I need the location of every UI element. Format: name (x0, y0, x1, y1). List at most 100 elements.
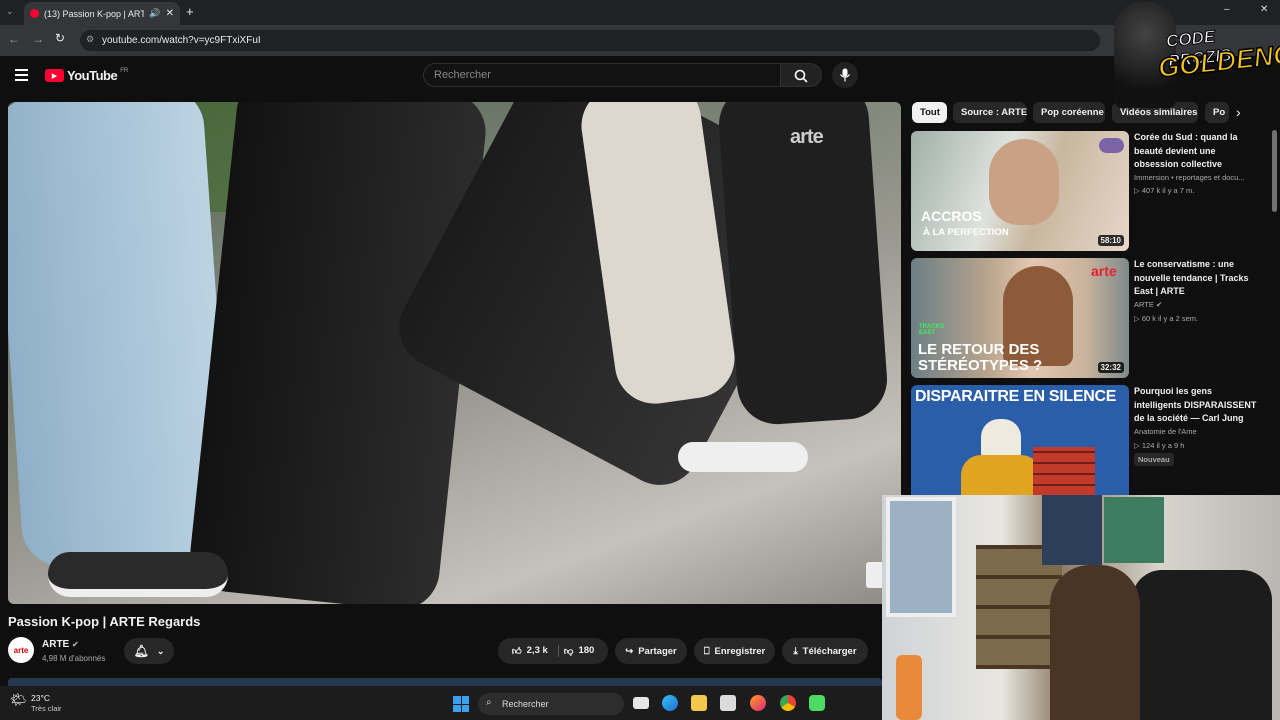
voice-search-button[interactable] (832, 62, 858, 88)
video-dark-trousers (716, 102, 890, 427)
search-input[interactable]: Rechercher (423, 63, 780, 87)
webcam-window (886, 497, 956, 617)
recommendation-channel[interactable]: Immersion • reportages et docu... (1134, 173, 1245, 182)
menu-icon[interactable] (15, 69, 28, 81)
chip-pop-coreenne[interactable]: Pop coréenne (1033, 102, 1105, 123)
recommendation-channel[interactable]: Anatomie de l'Ame (1134, 427, 1197, 436)
firefox-icon[interactable] (750, 695, 766, 711)
weather-icon[interactable]: 🌤︎ (10, 692, 27, 708)
temperature: 23°C (31, 693, 50, 703)
recommendation-meta: ▷ 407 k il y a 7 m. (1134, 186, 1195, 195)
duration-badge: 32:32 (1097, 362, 1124, 373)
new-badge: Nouveau (1134, 453, 1174, 466)
chip-all[interactable]: Tout (912, 102, 947, 123)
youtube-play-icon: ▶ (45, 69, 64, 82)
dislike-button[interactable]: 👎︎ 180 (564, 645, 595, 657)
like-button[interactable]: 👍︎ 2,3 k (512, 645, 559, 657)
youtube-favicon-icon (30, 9, 39, 18)
weather-description: Très clair (31, 704, 62, 713)
webcam-streamer (1050, 565, 1140, 720)
channel-text: ARTE (1134, 300, 1154, 309)
store-icon[interactable] (720, 695, 736, 711)
url-field[interactable]: ⚙ youtube.com/watch?v=yc9FTxiXFuI (80, 30, 1100, 51)
share-label: Partager (638, 645, 677, 657)
share-button[interactable]: ↪ Partager (615, 638, 687, 664)
webcam-gaming-chair (1132, 570, 1272, 720)
search-button[interactable] (780, 63, 822, 87)
chevron-down-icon: ⌄ (156, 645, 165, 656)
forward-icon[interactable]: → (32, 32, 44, 46)
verified-icon: ✔ (1155, 300, 1163, 309)
window-minimize-icon[interactable]: – (1224, 4, 1230, 15)
recommendation-channel[interactable]: ARTE ✔ (1134, 300, 1162, 309)
recommendation-title[interactable]: Pourquoi les gens intelligents DISPARAIS… (1134, 385, 1262, 426)
thumbs-up-icon: 👍︎ (511, 646, 522, 657)
duration-badge: 58:10 (1097, 235, 1124, 246)
browser-tab-strip: ⌄ (13) Passion K-pop | ARTE R 🔊 ✕ + (0, 0, 1280, 25)
tab-list-icon[interactable]: ⌄ (6, 6, 14, 17)
browser-tab-active[interactable]: (13) Passion K-pop | ARTE R 🔊 ✕ (24, 2, 180, 25)
bookmark-icon: ⎕ (703, 645, 710, 657)
description-box[interactable] (8, 678, 882, 686)
scrollbar-thumb[interactable] (1272, 130, 1277, 212)
window-close-icon[interactable]: ✕ (1260, 4, 1268, 15)
channel-avatar[interactable]: arte (8, 637, 34, 663)
side-panel-tab[interactable] (866, 562, 882, 588)
webcam-poster (1042, 495, 1102, 565)
taskbar-search-label: Rechercher (502, 699, 549, 709)
streamer-logo: CODE PROZIS GOLDENG – ✕ (1112, 0, 1280, 108)
thumbnail-subtext: STÉRÉOTYPES ? (918, 357, 1043, 374)
video-player[interactable] (8, 102, 901, 604)
file-explorer-icon[interactable] (691, 695, 707, 711)
subscriber-count: 4,98 M d'abonnés (42, 654, 106, 663)
video-title: Passion K-pop | ARTE Regards (8, 614, 201, 629)
download-icon: ⤓ (793, 645, 798, 657)
channel-name-text: ARTE (42, 639, 70, 650)
new-tab-icon[interactable]: + (186, 4, 194, 19)
url-text: youtube.com/watch?v=yc9FTxiXFuI (102, 35, 261, 46)
tab-title: (13) Passion K-pop | ARTE R (44, 8, 145, 19)
task-view-icon[interactable] (633, 697, 649, 709)
recommendation-thumbnail[interactable]: ACCROS À LA PERFECTION 58:10 (911, 131, 1129, 251)
download-button[interactable]: ⤓ Télécharger (782, 638, 868, 664)
verified-icon: ✔ (72, 640, 79, 649)
notification-bell-button[interactable]: 🔔︎ ⌄ (124, 638, 174, 664)
reload-icon[interactable]: ↻ (55, 31, 65, 45)
youtube-logo[interactable]: ▶ YouTube FR (45, 68, 128, 83)
thumbnail-subtext: À LA PERFECTION (923, 227, 1009, 238)
thumbnail-text: DISPARAITRE EN SILENCE (915, 388, 1117, 405)
arte-logo: arte (1091, 263, 1117, 279)
close-tab-icon[interactable]: ✕ (166, 8, 174, 19)
thumbnail-text: LE RETOUR DES (918, 341, 1040, 358)
arte-watermark: arte (790, 126, 824, 148)
edge-icon[interactable] (662, 695, 678, 711)
recommendation-thumbnail[interactable]: DISPARAITRE EN SILENCE (911, 385, 1129, 495)
share-icon: ↪ (625, 645, 634, 657)
recommendation-title[interactable]: Corée du Sud : quand la beauté devient u… (1134, 131, 1262, 172)
back-icon[interactable]: ← (8, 32, 20, 46)
windows-start-icon[interactable] (453, 696, 469, 712)
microphone-icon (840, 68, 850, 82)
thumbnail-tag: TRACKS EAST (919, 324, 944, 337)
search-icon (794, 69, 808, 83)
recommendation-title[interactable]: Le conservatisme : une nouvelle tendance… (1134, 258, 1262, 299)
webcam-bottle (896, 655, 922, 720)
save-button[interactable]: ⎕ Enregistrer (694, 638, 775, 664)
thumbs-down-icon: 👎︎ (563, 646, 574, 657)
download-label: Télécharger (802, 645, 857, 657)
recommendation-thumbnail[interactable]: arte TRACKS EAST LE RETOUR DES STÉRÉOTYP… (911, 258, 1129, 378)
live-toggle-icon (1099, 138, 1124, 153)
chip-source-arte[interactable]: Source : ARTE (953, 102, 1027, 123)
streaming-app-icon[interactable] (809, 695, 825, 711)
chrome-icon[interactable] (780, 695, 796, 711)
webcam-zelda-poster (1104, 497, 1164, 563)
thumbnail-text: ACCROS (921, 208, 982, 224)
country-code: FR (120, 68, 129, 74)
speaker-icon[interactable]: 🔊 (149, 8, 160, 19)
taskbar-search[interactable]: ⌕ Rechercher (478, 693, 624, 715)
thumbnail-robe (961, 455, 1041, 495)
save-label: Enregistrer (714, 645, 766, 657)
channel-name[interactable]: ARTE ✔ (42, 639, 79, 650)
site-info-icon[interactable]: ⚙ (86, 34, 94, 45)
search-icon: ⌕ (486, 697, 492, 708)
